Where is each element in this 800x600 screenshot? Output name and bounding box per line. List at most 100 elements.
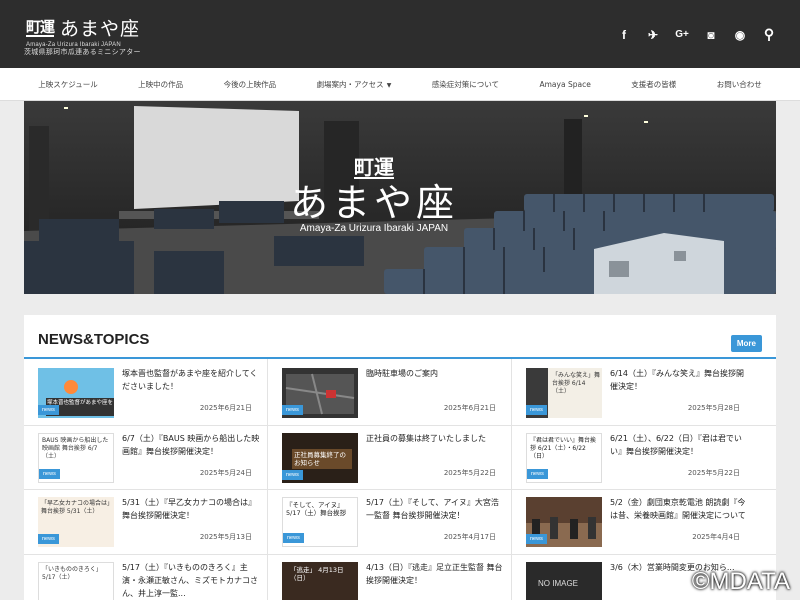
nav-item-supporters[interactable]: 支援者の皆様 [631,79,676,90]
news-thumbnail: 『そして、アイヌ』 5/17（土）舞台挨拶 news [282,497,358,547]
watermark: ©MDATA [691,568,790,595]
news-tag: news [526,405,547,415]
news-card-date: 2025年5月24日 [199,469,252,477]
nav-label: 上映スケジュール [38,79,98,89]
nav-label: Amaya Space [539,79,591,89]
news-thumbnail: 「早乙女カナコの場合は」舞台挨拶 5/31（土） news [38,497,114,547]
search-icon[interactable]: ⚲ [762,26,776,43]
site-header: 町運 あまや座 Amaya-Za Urizura Ibaraki JAPAN 茨… [0,0,800,68]
news-card-title: 4/13（日）『逃走』足立正生監督 舞台挨拶開催決定！ [366,563,503,585]
news-card[interactable]: 「逃走」 4月13日（日） 4/13（日）『逃走』足立正生監督 舞台挨拶開催決定… [268,555,510,600]
news-card-date: 2025年5月22日 [443,469,496,477]
news-card[interactable]: 「早乙女カナコの場合は」舞台挨拶 5/31（土） news 5/31（土）『早乙… [24,490,266,554]
news-card-title: 5/17（土）『そして、アイヌ』大宮浩一監督 舞台挨拶開催決定！ [366,498,499,520]
nav-item-upcoming[interactable]: 今後の上映作品 [224,79,277,90]
news-card-title: 6/7（土）『BAUS 映画から船出した映画館』舞台挨拶開催決定！ [122,434,260,456]
news-tag: news [38,534,59,544]
news-tag: news [39,469,60,479]
nav-item-schedule[interactable]: 上映スケジュール [38,79,97,90]
news-tag: news [283,533,304,543]
news-card-title: 5/2（金）劇団東京乾電池 朗読劇『今は昔、栄養映画館』開催決定について [610,498,746,520]
news-card-title: 臨時駐車場のご案内 [366,369,438,378]
no-image-placeholder: NO IMAGE [538,579,579,588]
news-divider [24,357,776,359]
news-card[interactable]: news 臨時駐車場のご案内 2025年6月21日 [268,361,510,425]
news-card-date: 2025年4月17日 [443,533,496,541]
hero-banner: 町運 あまや座 Amaya-Za Urizura Ibaraki JAPAN [24,101,776,294]
thumb-caption: 『君は君でいい』舞台挨拶 6/21（土）・6/22（日） [530,437,597,460]
news-thumbnail: 「みんな笑え」舞台挨拶 6/14（土） news [526,368,602,418]
news-card-date: 2025年6月21日 [443,404,496,412]
news-card-title: 5/17（土）『いきもののきろく』主演・永瀬正敏さん、ミズモトカナコさん、井上淳… [122,563,258,598]
news-card-title: 塚本晋也監督があまや座を紹介してくださいました！ [122,369,258,391]
thumb-caption: 「早乙女カナコの場合は」舞台挨拶 5/31（土） [41,500,111,515]
nav-item-now-showing[interactable]: 上映中の作品 [138,79,183,90]
facebook-icon[interactable]: f [617,28,631,42]
nav-label: 今後の上映作品 [223,79,277,89]
instagram-icon[interactable]: ◙ [704,28,718,42]
news-card-title: 6/21（土）、6/22（日）『君は君でいい』舞台挨拶開催決定！ [610,434,742,456]
news-tag: news [282,405,303,415]
nav-item-theater-access[interactable]: 劇場案内・アクセス ▼ [317,79,392,90]
google-plus-icon[interactable]: G+ [675,29,689,40]
news-card[interactable]: BAUS 映画から船出した映画館 舞台挨拶 6/7（土） news 6/7（土）… [24,426,266,490]
news-tag: news [282,470,303,480]
rss-icon[interactable]: ◉ [733,28,747,42]
nav-label: 上映中の作品 [138,79,184,89]
nav-label: 劇場案内・アクセス [316,79,384,89]
news-card-title: 5/31（土）『早乙女カナコの場合は』舞台挨拶開催決定！ [122,498,256,520]
nav-item-infection-control[interactable]: 感染症対策について [432,79,499,90]
chevron-down-icon: ▼ [386,81,392,89]
news-card[interactable]: 『君は君でいい』舞台挨拶 6/21（土）・6/22（日） news 6/21（土… [512,426,754,490]
thumb-caption: 「みんな笑え」舞台挨拶 6/14（土） [552,372,601,395]
social-links: f ✈ G+ ◙ ◉ ⚲ [617,26,776,43]
news-card-date: 2025年5月13日 [199,533,252,541]
nav-label: 支援者の皆様 [631,79,677,89]
news-card-title: 正社員の募集は終了いたしました [366,434,486,443]
thumb-caption: 正社員募集終了のお知らせ [292,449,352,469]
nav-label: 感染症対策について [431,79,500,89]
hero-logo: 町運 あまや座 Amaya-Za Urizura Ibaraki JAPAN [274,157,474,234]
news-tag: news [38,405,59,415]
logo-mark: 町運 [26,17,55,37]
news-section: NEWS&TOPICS More 塚本晋也監督があまや座を紹介 news 塚本晋… [24,315,776,600]
news-card[interactable]: 塚本晋也監督があまや座を紹介 news 塚本晋也監督があまや座を紹介してください… [24,361,266,425]
news-thumbnail: 「逃走」 4月13日（日） [282,562,358,600]
news-card-date: 2025年6月21日 [199,404,252,412]
news-card-date: 2025年5月22日 [687,469,740,477]
news-card-title: 6/14（土）『みんな笑え』舞台挨拶開催決定！ [610,369,744,391]
news-title: NEWS&TOPICS [38,331,150,348]
news-thumbnail: 正社員募集終了のお知らせ news [282,433,358,483]
news-tag: news [526,534,547,544]
twitter-icon[interactable]: ✈ [646,28,660,42]
news-thumbnail: NO IMAGE [526,562,602,600]
news-card-date: 2025年4月4日 [692,533,740,541]
thumb-caption: 「逃走」 4月13日（日） [290,566,344,582]
nav-item-amaya-space[interactable]: Amaya Space [540,80,591,89]
news-thumbnail: 『君は君でいい』舞台挨拶 6/21（土）・6/22（日） news [526,433,602,483]
news-card[interactable]: 「いきもののきろく」 5/17（土） 5/17（土）『いきもののきろく』主演・永… [24,555,266,600]
news-tag: news [527,469,548,479]
more-button[interactable]: More [730,335,762,352]
news-thumbnail: 「いきもののきろく」 5/17（土） [38,562,114,600]
hero-subtitle: Amaya-Za Urizura Ibaraki JAPAN [299,223,449,234]
site-logo[interactable]: 町運 あまや座 Amaya-Za Urizura Ibaraki JAPAN [26,14,140,48]
news-thumbnail: news [282,368,358,418]
news-card[interactable]: 「みんな笑え」舞台挨拶 6/14（土） news 6/14（土）『みんな笑え』舞… [512,361,754,425]
thumb-caption: 『そして、アイヌ』 5/17（土）舞台挨拶 [286,501,347,517]
news-card[interactable]: 『そして、アイヌ』 5/17（土）舞台挨拶 news 5/17（土）『そして、ア… [268,490,510,554]
news-thumbnail: 塚本晋也監督があまや座を紹介 news [38,368,114,418]
main-nav: 上映スケジュール 上映中の作品 今後の上映作品 劇場案内・アクセス ▼ 感染症対策… [0,68,800,101]
thumb-caption: 「いきもののきろく」 5/17（土） [42,566,102,581]
news-thumbnail: news [526,497,602,547]
news-card[interactable]: news 5/2（金）劇団東京乾電池 朗読劇『今は昔、栄養映画館』開催決定につい… [512,490,754,554]
news-card-date: 2025年5月28日 [687,404,740,412]
logo-title: あまや座 [60,18,141,40]
news-thumbnail: BAUS 映画から船出した映画館 舞台挨拶 6/7（土） news [38,433,114,483]
hero-title: あまや座 [289,181,458,225]
site-tagline: 茨城県那珂市瓜連あるミニシアター [24,48,141,56]
hero-mark: 町運 [354,155,394,179]
thumb-caption: BAUS 映画から船出した映画館 舞台挨拶 6/7（土） [42,437,109,460]
news-card[interactable]: 正社員募集終了のお知らせ news 正社員の募集は終了いたしました 2025年5… [268,426,510,490]
nav-item-contact[interactable]: お問い合わせ [717,79,762,90]
